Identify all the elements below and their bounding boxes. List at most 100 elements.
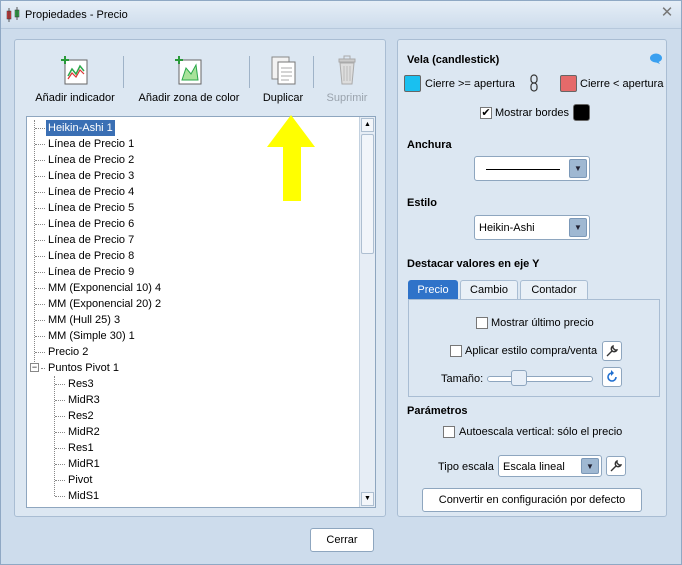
params-section-title: Parámetros (407, 405, 468, 417)
chevron-down-icon[interactable]: ▼ (569, 159, 587, 178)
apply-buy-sell-label: Aplicar estilo compra/venta (465, 345, 598, 357)
tree-item[interactable]: MM (Simple 30) 1 (27, 328, 359, 344)
link-chain-icon[interactable] (530, 74, 538, 92)
tree-item[interactable]: MM (Exponencial 10) 4 (27, 280, 359, 296)
line-width-preview (486, 169, 560, 170)
tree-item-label: Res1 (68, 442, 94, 454)
duplicate-label: Duplicar (262, 92, 304, 104)
add-indicator-icon (61, 56, 88, 85)
tree-item-label: MidR3 (68, 394, 100, 406)
help-bubble-icon[interactable] (649, 53, 663, 65)
show-last-price-checkbox[interactable] (476, 317, 488, 329)
delete-label: Suprimir (326, 92, 368, 104)
tree-child-item[interactable]: MidR3 (27, 392, 359, 408)
convert-default-button[interactable]: Convertir en configuración por defecto (422, 488, 642, 512)
collapse-icon[interactable]: − (30, 363, 39, 372)
tree-item-label: Puntos Pivot 1 (48, 362, 119, 374)
tree-child-item[interactable]: MidR2 (27, 424, 359, 440)
tree-item-label: MM (Hull 25) 3 (48, 314, 121, 326)
wrench-icon (606, 344, 619, 357)
scale-wrench-button[interactable] (606, 456, 626, 476)
style-dropdown[interactable]: Heikin-Ashi ▼ (474, 215, 590, 240)
tree-item[interactable]: Línea de Precio 6 (27, 216, 359, 232)
size-label: Tamaño: (441, 373, 484, 385)
scale-type-value: Escala lineal (503, 461, 565, 473)
show-borders-label: Mostrar bordes (495, 107, 569, 119)
tree-item-label: Línea de Precio 6 (48, 218, 135, 230)
tree-child-item[interactable]: Pivot (27, 472, 359, 488)
chevron-down-icon[interactable]: ▼ (581, 458, 599, 474)
tree-item-label: Línea de Precio 7 (48, 234, 135, 246)
tree-item[interactable]: MM (Exponencial 20) 2 (27, 296, 359, 312)
left-panel: Añadir indicador Añadir zona de color Du… (14, 39, 386, 517)
wrench-icon (610, 459, 623, 472)
style-value: Heikin-Ashi (479, 222, 535, 234)
width-dropdown[interactable]: ▼ (474, 156, 590, 181)
border-color-swatch[interactable] (573, 104, 590, 121)
scale-type-label: Tipo escala (438, 461, 494, 473)
tab-cambio[interactable]: Cambio (460, 280, 518, 300)
scale-type-dropdown[interactable]: Escala lineal ▼ (498, 455, 602, 477)
close-button[interactable]: Cerrar (310, 528, 374, 552)
add-indicator-button[interactable]: Añadir indicador (31, 54, 119, 104)
tree-item-label: Línea de Precio 2 (48, 154, 135, 166)
add-color-zone-button[interactable]: Añadir zona de color (133, 54, 245, 104)
scroll-thumb[interactable] (361, 134, 374, 254)
up-color-label: Cierre >= apertura (425, 78, 515, 90)
show-borders-checkbox[interactable]: ✔ (480, 107, 492, 119)
size-slider-thumb[interactable] (511, 370, 527, 386)
style-section-title: Estilo (407, 197, 437, 209)
tree-scrollbar[interactable]: ▲ ▼ (359, 117, 375, 507)
indicator-tree[interactable]: Heikin-Ashi 1 Línea de Precio 1 Línea de… (26, 116, 376, 508)
annotation-arrow-icon (267, 115, 315, 201)
width-section-title: Anchura (407, 139, 452, 151)
scroll-up-icon[interactable]: ▲ (361, 118, 374, 132)
tree-item-pivot-points[interactable]: − Puntos Pivot 1 (27, 360, 359, 376)
close-icon[interactable]: ✕ (659, 5, 675, 21)
tab-contador[interactable]: Contador (520, 280, 588, 300)
highlight-section-title: Destacar valores en eje Y (407, 258, 540, 270)
toolbar: Añadir indicador Añadir zona de color Du… (15, 40, 385, 110)
window-title: Propiedades - Precio (25, 9, 128, 21)
tree-item[interactable]: Línea de Precio 8 (27, 248, 359, 264)
tree-child-item[interactable]: Res1 (27, 440, 359, 456)
tree-child-item[interactable]: Res2 (27, 408, 359, 424)
tree-item[interactable]: Precio 2 (27, 344, 359, 360)
tree-item-label: Línea de Precio 4 (48, 186, 135, 198)
down-color-label: Cierre < apertura (580, 78, 664, 90)
tree-item-label: Res3 (68, 378, 94, 390)
toolbar-separator (123, 56, 124, 88)
tree-item[interactable]: Línea de Precio 9 (27, 264, 359, 280)
tree-child-item[interactable]: MidR1 (27, 456, 359, 472)
tree-item-label: Línea de Precio 5 (48, 202, 135, 214)
tree-item-label: Pivot (68, 474, 93, 486)
scroll-down-icon[interactable]: ▼ (361, 492, 374, 506)
tree-item-label: Precio 2 (48, 346, 89, 358)
autoscale-checkbox[interactable] (443, 426, 455, 438)
tree-item[interactable]: MM (Hull 25) 3 (27, 312, 359, 328)
tree-item-label: MM (Exponencial 20) 2 (48, 298, 162, 310)
delete-button[interactable]: Suprimir (323, 54, 371, 104)
properties-window: Propiedades - Precio ✕ Añadir indicador (0, 0, 682, 565)
chevron-down-icon[interactable]: ▼ (569, 218, 587, 237)
down-color-swatch[interactable] (560, 75, 577, 92)
tree-item-label: MidR2 (68, 426, 100, 438)
tree-item[interactable]: Línea de Precio 7 (27, 232, 359, 248)
tree-item-label: MM (Exponencial 10) 4 (48, 282, 162, 294)
toolbar-separator (313, 56, 314, 88)
tree-item-label: MidR1 (68, 458, 100, 470)
tree-child-item[interactable]: MidS1 (27, 488, 359, 504)
size-slider-track[interactable] (487, 376, 593, 382)
tree-child-item[interactable]: Res3 (27, 376, 359, 392)
add-color-zone-icon (175, 56, 202, 85)
candle-section-title: Vela (candlestick) (407, 54, 500, 66)
autoscale-label: Autoescala vertical: sólo el precio (459, 426, 623, 438)
up-color-swatch[interactable] (404, 75, 421, 92)
tab-precio[interactable]: Precio (408, 280, 458, 300)
apply-buy-sell-checkbox[interactable] (450, 345, 462, 357)
reset-button[interactable] (602, 367, 622, 387)
duplicate-button[interactable]: Duplicar (259, 54, 307, 104)
tree-item-label: Línea de Precio 3 (48, 170, 135, 182)
tree-item-label: Res2 (68, 410, 94, 422)
wrench-button[interactable] (602, 341, 622, 361)
